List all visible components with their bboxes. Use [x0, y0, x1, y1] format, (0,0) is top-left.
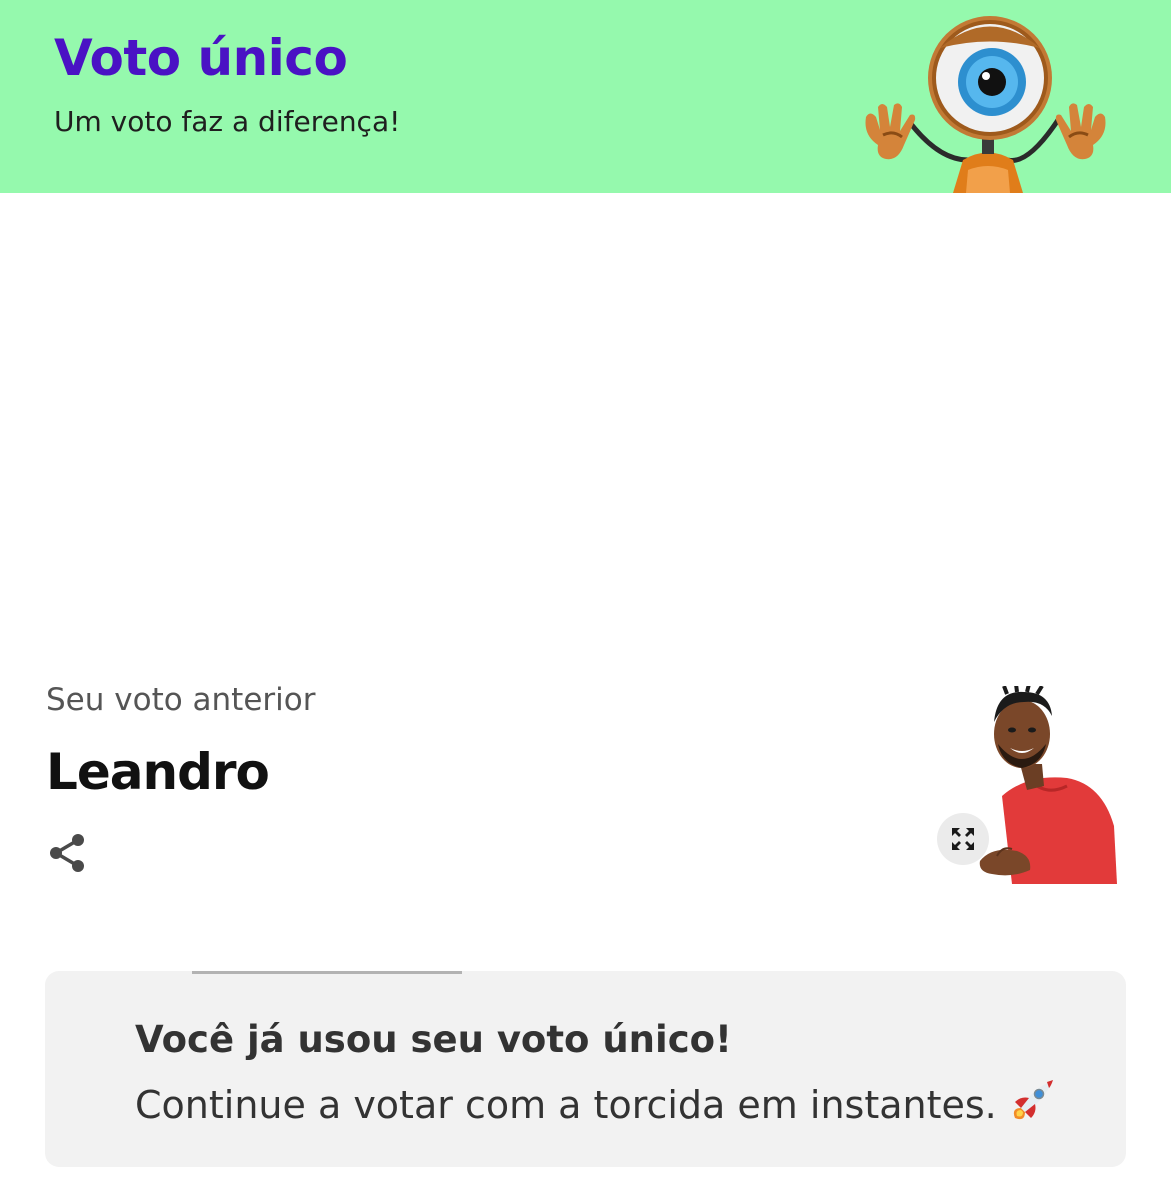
header-banner: Voto único Um voto faz a diferença!	[0, 0, 1171, 193]
share-icon[interactable]	[44, 830, 90, 876]
card-divider	[192, 971, 462, 974]
page-subtitle: Um voto faz a diferença!	[54, 105, 401, 138]
previous-vote-label: Seu voto anterior	[46, 682, 316, 718]
notice-text-line: Continue a votar com a torcida em instan…	[135, 1078, 1055, 1130]
expand-photo-button[interactable]	[937, 813, 989, 865]
notice-title: Você já usou seu voto único!	[135, 1018, 732, 1061]
participant-photo	[979, 686, 1117, 884]
rocket-icon	[1013, 1080, 1053, 1120]
previous-vote-name: Leandro	[46, 743, 270, 801]
notice-text: Continue a votar com a torcida em instan…	[135, 1083, 997, 1127]
expand-icon	[952, 828, 974, 850]
page-title: Voto único	[54, 29, 348, 87]
notice-card	[45, 971, 1126, 1167]
page: Voto único Um voto faz a diferença! Seu …	[0, 0, 1171, 1200]
mascot-eye-robot-icon	[865, 16, 1106, 193]
